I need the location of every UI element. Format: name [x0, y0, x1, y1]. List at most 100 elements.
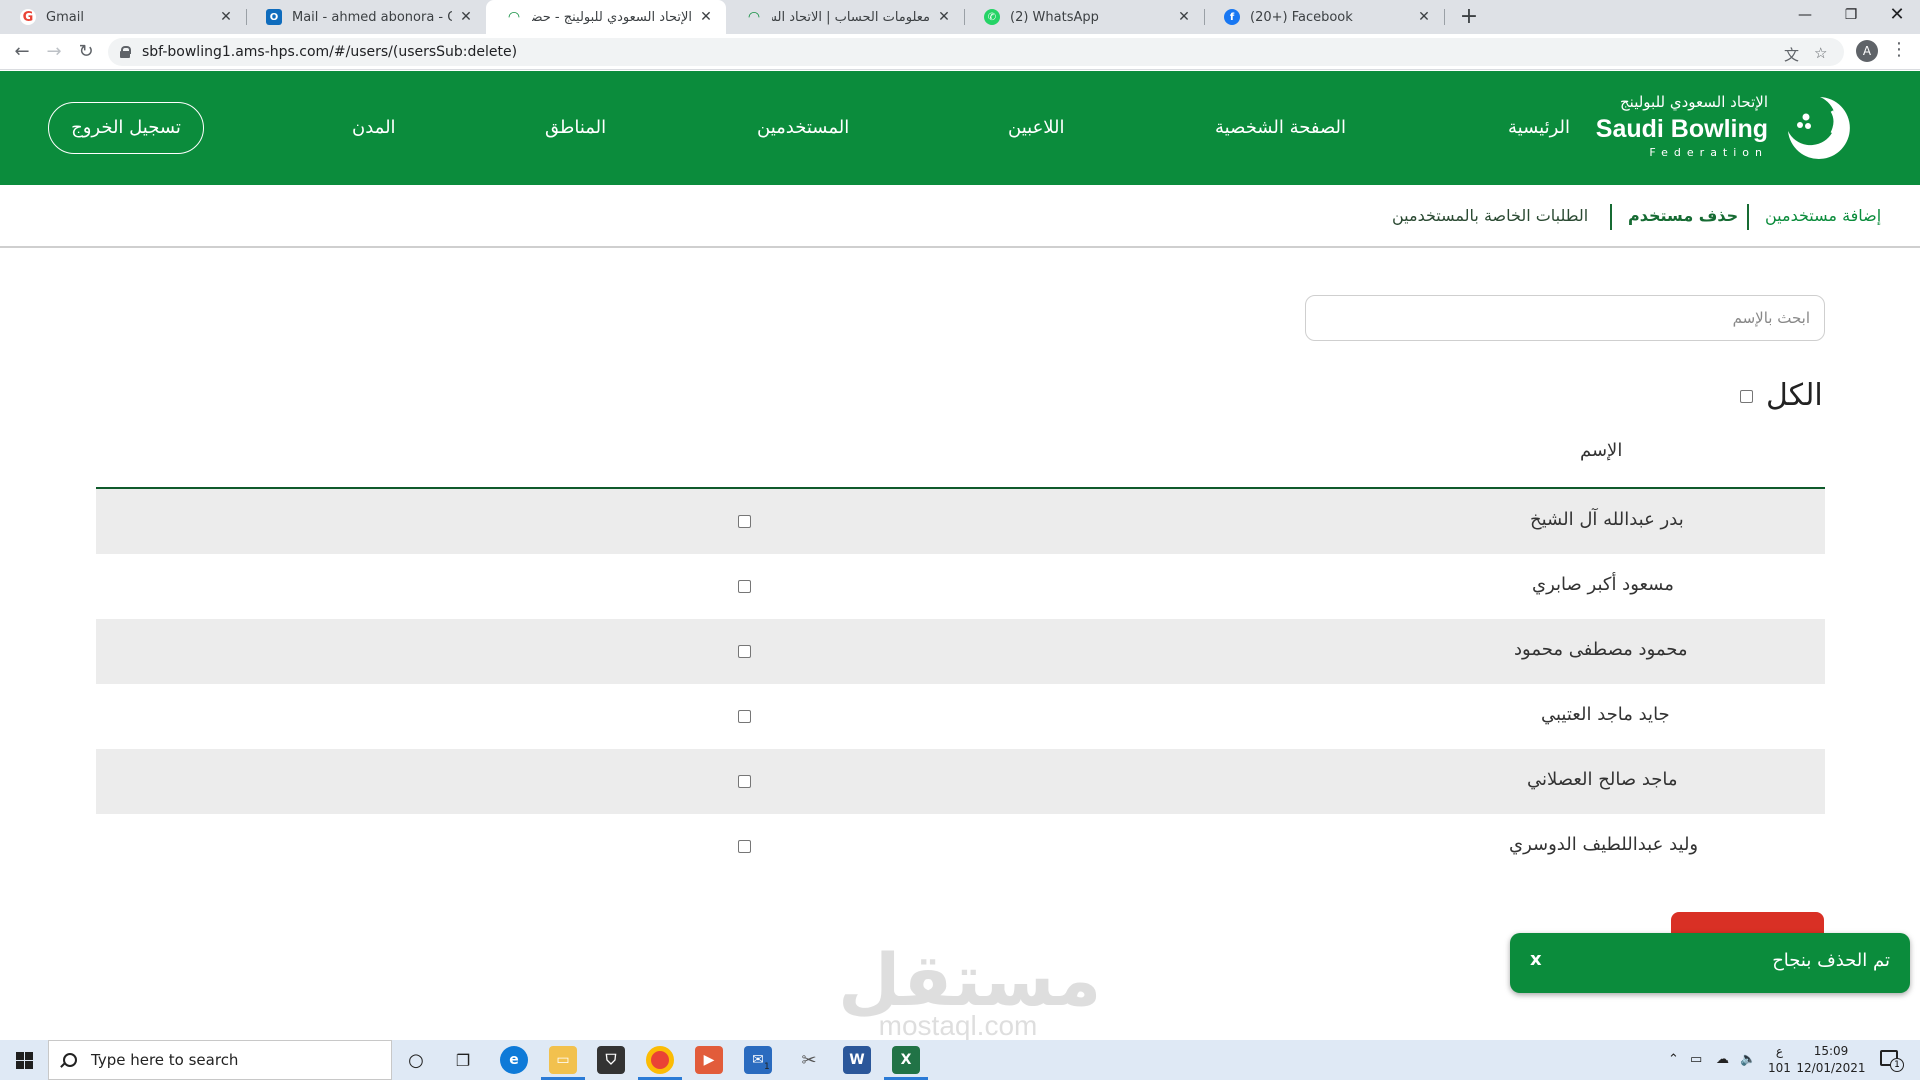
- user-name: مسعود أكبر صابري: [1532, 574, 1674, 595]
- table-row: جايد ماجد العتيبي: [96, 684, 1825, 749]
- restore-button[interactable]: ❐: [1828, 0, 1874, 30]
- file-explorer-icon[interactable]: ▭: [549, 1046, 577, 1074]
- cortana-icon[interactable]: ○: [402, 1046, 430, 1074]
- tab-facebook[interactable]: f (20+) Facebook ✕: [1204, 0, 1444, 34]
- browser-tab-bar: G Gmail ✕ O Mail - ahmed abonora - Outlo…: [0, 0, 1920, 34]
- site-header: الإتحاد السعودي للبولينج Saudi Bowling F…: [0, 71, 1920, 185]
- nav-cities[interactable]: المدن: [352, 117, 396, 138]
- table-row: ماجد صالح العصلاني: [96, 749, 1825, 814]
- browser-menu-icon[interactable]: ⋮: [1890, 39, 1908, 60]
- nav-home[interactable]: الرئيسية: [1508, 117, 1570, 138]
- subnav-add-users[interactable]: إضافة مستخدمين: [1765, 206, 1881, 225]
- mail-badge: 1: [764, 1062, 770, 1072]
- logout-button[interactable]: تسجيل الخروج: [48, 102, 204, 154]
- toast-close-button[interactable]: x: [1530, 949, 1542, 970]
- user-name: محمود مصطفى محمود: [1514, 639, 1688, 660]
- whatsapp-icon: ✆: [984, 9, 1000, 25]
- nav-regions[interactable]: المناطق: [545, 117, 606, 138]
- close-icon[interactable]: ✕: [218, 9, 234, 25]
- search-icon: [63, 1053, 77, 1067]
- word-icon[interactable]: W: [843, 1046, 871, 1074]
- translate-icon[interactable]: 文: [1784, 44, 1799, 65]
- tab-outlook[interactable]: O Mail - ahmed abonora - Outlook ✕: [246, 0, 486, 34]
- success-toast: تم الحذف بنجاح x: [1510, 933, 1910, 993]
- logo-arabic-text: الإتحاد السعودي للبولينج: [1619, 93, 1768, 111]
- logo-english-text: Saudi Bowling: [1595, 115, 1768, 143]
- windows-taskbar: Type here to search ○ ❐ e ▭ ⛉ ▶ ✉ 1 ✂ W …: [0, 1040, 1920, 1080]
- minimize-button[interactable]: —: [1782, 0, 1828, 30]
- tab-title: Gmail: [46, 9, 84, 25]
- subnav-divider: [1610, 204, 1612, 230]
- table-row: مسعود أكبر صابري: [96, 554, 1825, 619]
- outlook-icon: O: [266, 9, 282, 25]
- excel-icon[interactable]: X: [892, 1046, 920, 1074]
- row-checkbox[interactable]: [738, 645, 751, 658]
- user-name: جايد ماجد العتيبي: [1541, 704, 1670, 725]
- close-icon[interactable]: ✕: [698, 9, 714, 25]
- chrome-icon[interactable]: [646, 1046, 674, 1074]
- network-icon[interactable]: ▭: [1690, 1052, 1702, 1067]
- profile-avatar[interactable]: A: [1856, 40, 1878, 62]
- keyboard-layout: 101: [1768, 1061, 1791, 1075]
- table-row: بدر عبدالله آل الشيخ: [96, 489, 1825, 554]
- logo-federation-text: Federation: [1649, 146, 1768, 159]
- close-icon[interactable]: ✕: [458, 9, 474, 25]
- store-icon[interactable]: ⛉: [597, 1046, 625, 1074]
- nav-users[interactable]: المستخدمين: [757, 117, 849, 138]
- toast-message: تم الحذف بنجاح: [1772, 950, 1890, 971]
- tray-expand-icon[interactable]: ⌃: [1668, 1052, 1679, 1067]
- select-all-checkbox[interactable]: [1740, 390, 1753, 403]
- onedrive-icon[interactable]: ☁: [1716, 1052, 1729, 1067]
- system-clock[interactable]: 15:09 12/01/2021: [1796, 1043, 1866, 1077]
- tab-sbf-account[interactable]: ◠ معلومات الحساب | الاتحاد السعودي ✕: [726, 0, 964, 34]
- tab-gmail[interactable]: G Gmail ✕: [0, 0, 246, 34]
- media-player-icon[interactable]: ▶: [695, 1046, 723, 1074]
- address-bar[interactable]: sbf-bowling1.ams-hps.com/#/users/(usersS…: [108, 38, 1844, 66]
- tab-title: الإتحاد السعودي للبولينج - حضور و: [532, 9, 692, 25]
- row-checkbox[interactable]: [738, 775, 751, 788]
- subnav-divider: [1747, 204, 1749, 230]
- sbf-logo[interactable]: الإتحاد السعودي للبولينج Saudi Bowling F…: [1596, 85, 1856, 171]
- windows-start-button[interactable]: [0, 1040, 48, 1080]
- row-checkbox[interactable]: [738, 840, 751, 853]
- back-button[interactable]: ←: [10, 40, 34, 64]
- snipping-tool-icon[interactable]: ✂: [795, 1046, 823, 1074]
- sbf-icon: ◠: [506, 9, 522, 25]
- tab-sbf-attendance[interactable]: ◠ الإتحاد السعودي للبولينج - حضور و ✕: [486, 0, 726, 34]
- gmail-icon: G: [20, 9, 36, 25]
- user-name: وليد عبداللطيف الدوسري: [1509, 834, 1699, 855]
- row-checkbox[interactable]: [738, 580, 751, 593]
- close-icon[interactable]: ✕: [936, 9, 952, 25]
- url-text: sbf-bowling1.ams-hps.com/#/users/(usersS…: [142, 44, 518, 60]
- close-icon[interactable]: ✕: [1176, 9, 1192, 25]
- close-window-button[interactable]: ✕: [1874, 0, 1920, 30]
- subnav-user-requests[interactable]: الطلبات الخاصة بالمستخدمين: [1392, 206, 1588, 225]
- input-language-indicator[interactable]: ع 101: [1768, 1043, 1791, 1077]
- mostaql-watermark: مستقل mostaql.com: [838, 940, 1101, 1050]
- nav-profile[interactable]: الصفحة الشخصية: [1215, 117, 1346, 138]
- reload-button[interactable]: ↻: [74, 40, 98, 64]
- new-tab-button[interactable]: +: [1455, 4, 1483, 30]
- user-name: بدر عبدالله آل الشيخ: [1530, 509, 1684, 530]
- close-icon[interactable]: ✕: [1416, 9, 1432, 25]
- tab-whatsapp[interactable]: ✆ (2) WhatsApp ✕: [964, 0, 1204, 34]
- task-view-icon[interactable]: ❐: [449, 1046, 477, 1074]
- bowling-logo-icon: [1788, 97, 1850, 159]
- table-row: وليد عبداللطيف الدوسري: [96, 814, 1825, 879]
- taskbar-search-box[interactable]: Type here to search: [48, 1040, 392, 1080]
- tab-title: معلومات الحساب | الاتحاد السعودي: [772, 9, 930, 25]
- search-by-name-input[interactable]: [1305, 295, 1825, 341]
- clock-time: 15:09: [1813, 1044, 1849, 1058]
- volume-icon[interactable]: 🔈: [1740, 1052, 1756, 1067]
- edge-icon[interactable]: e: [500, 1046, 528, 1074]
- bookmark-star-icon[interactable]: ☆: [1814, 44, 1827, 62]
- row-checkbox[interactable]: [738, 515, 751, 528]
- row-checkbox[interactable]: [738, 710, 751, 723]
- tab-title: Mail - ahmed abonora - Outlook: [292, 9, 452, 25]
- tab-title: (20+) Facebook: [1250, 9, 1353, 25]
- forward-button[interactable]: →: [42, 40, 66, 64]
- lock-icon[interactable]: [120, 46, 131, 58]
- user-name: ماجد صالح العصلاني: [1527, 769, 1678, 790]
- subnav-delete-user[interactable]: حذف مستخدم: [1628, 206, 1738, 225]
- nav-players[interactable]: اللاعبين: [1008, 117, 1065, 138]
